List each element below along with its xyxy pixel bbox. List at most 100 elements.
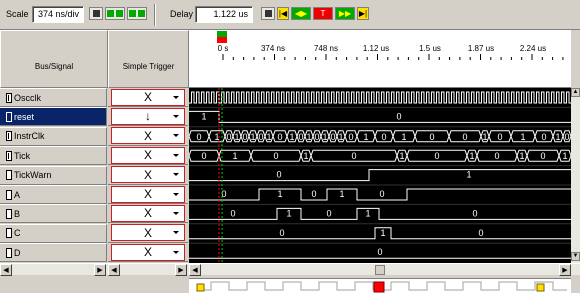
scale-grid-button[interactable] bbox=[89, 7, 103, 20]
next-edge-button[interactable]: ▶▶ bbox=[335, 7, 355, 20]
time-ruler[interactable]: 0 s 374 ns 748 ns 1.12 us 1.5 us 1.87 us… bbox=[189, 30, 571, 88]
instrclk-value-label: 1 bbox=[234, 132, 239, 142]
c-value-label: 1 bbox=[380, 228, 385, 238]
scale-input[interactable]: 374 ns/div bbox=[32, 6, 84, 23]
waveform-vertical-scrollbar[interactable]: ▲ ▼ bbox=[571, 88, 580, 263]
b-value-label: 0 bbox=[326, 208, 331, 218]
waveform-display[interactable]: 1001010101010101010101001010100101010101… bbox=[189, 88, 571, 263]
scroll-down-arrow[interactable]: ▼ bbox=[571, 252, 580, 261]
signal-row-oscclk[interactable]: Oscclk bbox=[0, 88, 107, 107]
overview-trigger-marker[interactable] bbox=[373, 281, 385, 293]
trigger-select[interactable]: X bbox=[111, 146, 185, 164]
trigger-list-hscrollbar[interactable]: ◀ ▶ bbox=[108, 263, 189, 276]
delay-grid-button[interactable] bbox=[261, 7, 275, 20]
a-value-label: 1 bbox=[277, 189, 282, 199]
signal-icon bbox=[6, 111, 12, 122]
scroll-left-arrow[interactable]: ◀ bbox=[108, 264, 120, 276]
tickwarn-waveform bbox=[189, 169, 571, 182]
dropdown-arrow-icon[interactable] bbox=[173, 231, 179, 235]
signal-row-instrclk[interactable]: InstrClk bbox=[0, 126, 107, 146]
trigger-select[interactable]: X bbox=[111, 88, 185, 106]
instrclk-value-label: 1 bbox=[363, 132, 368, 142]
instrclk-value-label: 0 bbox=[541, 132, 546, 142]
scroll-left-arrow[interactable]: ◀ bbox=[0, 264, 12, 276]
go-to-end-button[interactable]: ▶| bbox=[357, 7, 369, 20]
instrclk-value-label: 1 bbox=[401, 132, 406, 142]
trigger-select[interactable]: X bbox=[111, 166, 185, 184]
signal-icon bbox=[6, 170, 12, 181]
bus-icon bbox=[6, 92, 12, 103]
overview-strip[interactable] bbox=[189, 278, 571, 293]
dropdown-arrow-icon[interactable] bbox=[173, 114, 179, 118]
instrclk-value-label: 1 bbox=[482, 132, 487, 142]
dropdown-arrow-icon[interactable] bbox=[173, 173, 179, 177]
trigger-value: X bbox=[143, 187, 152, 201]
waveform-hscrollbar[interactable]: ◀ ▶ bbox=[189, 263, 580, 276]
trigger-marker-icon: T bbox=[320, 9, 326, 18]
instrclk-value-label: 0 bbox=[314, 132, 319, 142]
instrclk-value-label: 0 bbox=[196, 132, 201, 142]
overview-start-marker[interactable] bbox=[196, 283, 205, 292]
ruler-tick-label: 1.12 us bbox=[362, 44, 390, 53]
signal-row-tickwarn[interactable]: TickWarn bbox=[0, 165, 107, 185]
tick-value-label: 1 bbox=[469, 151, 474, 161]
dropdown-arrow-icon[interactable] bbox=[173, 211, 179, 215]
signal-list-hscrollbar[interactable]: ◀ ▶ bbox=[0, 263, 108, 276]
toolbar: Scale 374 ns/div Delay 1.122 us |◀ ◀▶ T … bbox=[0, 0, 580, 30]
c-value-label: 0 bbox=[279, 228, 284, 238]
dropdown-arrow-icon[interactable] bbox=[173, 95, 179, 99]
zoom-in-button[interactable] bbox=[105, 7, 125, 20]
scroll-up-arrow[interactable]: ▲ bbox=[571, 88, 580, 97]
signal-icon bbox=[6, 189, 12, 200]
bus-icon bbox=[6, 150, 12, 161]
signal-row-c[interactable]: C bbox=[0, 223, 107, 243]
signal-row-a[interactable]: A bbox=[0, 185, 107, 204]
signal-name: B bbox=[14, 208, 21, 219]
ruler-tick-label: 0 s bbox=[217, 44, 229, 53]
instrclk-value-label: 0 bbox=[277, 132, 282, 142]
trigger-marker-button[interactable]: T bbox=[313, 7, 333, 20]
overview-end-marker[interactable] bbox=[536, 283, 545, 292]
instrclk-value-label: 0 bbox=[429, 132, 434, 142]
trigger-select[interactable]: X bbox=[111, 127, 185, 145]
ruler-tick-label: 374 ns bbox=[260, 44, 286, 53]
go-to-start-button[interactable]: |◀ bbox=[277, 7, 289, 20]
trigger-select[interactable]: X bbox=[111, 224, 185, 242]
scroll-thumb[interactable] bbox=[375, 265, 385, 275]
simple-trigger-header[interactable]: Simple Trigger bbox=[108, 30, 189, 88]
scroll-left-arrow[interactable]: ◀ bbox=[189, 264, 201, 276]
signal-row-reset[interactable]: reset bbox=[0, 107, 107, 127]
a-value-label: 0 bbox=[311, 189, 316, 199]
tick-value-label: 0 bbox=[351, 151, 356, 161]
instrclk-value-label: 1 bbox=[555, 132, 560, 142]
signal-name: TickWarn bbox=[14, 170, 52, 181]
trigger-select[interactable]: X bbox=[111, 243, 185, 261]
trigger-select[interactable]: ↓ bbox=[111, 107, 185, 125]
scroll-right-arrow[interactable]: ▶ bbox=[175, 264, 187, 276]
signal-row-d[interactable]: D bbox=[0, 243, 107, 263]
dropdown-arrow-icon[interactable] bbox=[173, 192, 179, 196]
delay-input[interactable]: 1.122 us bbox=[195, 6, 253, 23]
delay-label: Delay bbox=[170, 9, 194, 19]
bus-signal-header[interactable]: Bus/Signal bbox=[0, 30, 108, 88]
instrclk-value-label: 0 bbox=[462, 132, 467, 142]
signal-row-tick[interactable]: Tick bbox=[0, 146, 107, 166]
trigger-select[interactable]: X bbox=[111, 204, 185, 222]
zoom-out-button[interactable] bbox=[127, 7, 147, 20]
dropdown-arrow-icon[interactable] bbox=[173, 153, 179, 157]
reset-value-label: 0 bbox=[396, 111, 401, 121]
previous-edge-button[interactable]: ◀▶ bbox=[291, 7, 311, 20]
signal-row-b[interactable]: B bbox=[0, 204, 107, 224]
signal-icon bbox=[6, 208, 12, 219]
instrclk-value-label: 0 bbox=[330, 132, 335, 142]
scroll-right-arrow[interactable]: ▶ bbox=[559, 264, 571, 276]
trigger-value: X bbox=[143, 128, 152, 143]
dropdown-arrow-icon[interactable] bbox=[173, 134, 179, 138]
signal-name: InstrClk bbox=[14, 131, 45, 142]
trigger-select[interactable]: X bbox=[111, 185, 185, 203]
scroll-right-arrow[interactable]: ▶ bbox=[94, 264, 106, 276]
logic-analyzer-window: Scale 374 ns/div Delay 1.122 us |◀ ◀▶ T … bbox=[0, 0, 580, 293]
dropdown-arrow-icon[interactable] bbox=[173, 250, 179, 254]
a-value-label: 0 bbox=[379, 189, 384, 199]
trigger-row-a: X bbox=[108, 185, 188, 204]
